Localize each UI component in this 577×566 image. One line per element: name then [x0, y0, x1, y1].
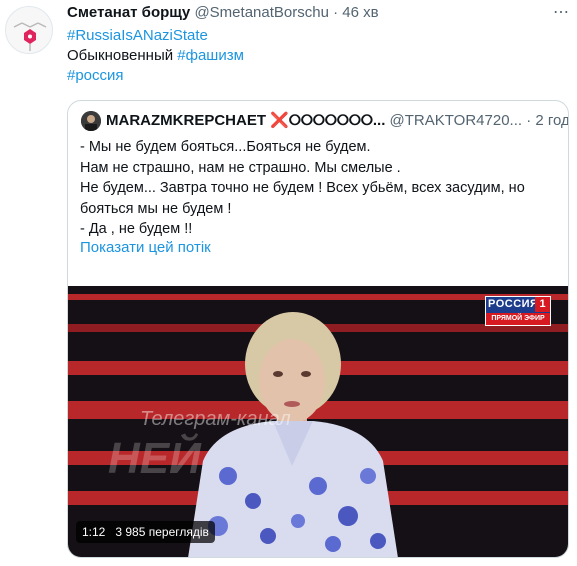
- quoted-line: - Мы не будем бояться...Бояться не будем…: [80, 139, 371, 155]
- molecule-logo-icon: [13, 22, 47, 51]
- watermark-text: Телеграм-канал: [140, 408, 291, 430]
- channel-name: РОССИЯ: [488, 298, 539, 310]
- channel-number: 1: [535, 297, 550, 312]
- hashtag-russiaisanazistate[interactable]: #RussiaIsANaziState: [67, 27, 208, 44]
- quoted-header: MARAZMKREPCHAET ❌⭘⭘⭘⭘⭘⭘⭘... @TRAKTOR4720…: [106, 111, 568, 129]
- video-player[interactable]: Телеграм-канал НЕЙ РОССИЯ 1 ПРЯМОЙ ЭФИР …: [68, 286, 568, 557]
- tweet-line-3: #россия: [67, 66, 124, 86]
- quoted-text: - Мы не будем бояться...Бояться не будем…: [80, 137, 560, 240]
- video-duration: 1:12: [82, 525, 106, 539]
- show-thread-link[interactable]: Показати цей потік: [80, 239, 211, 256]
- tweet-time[interactable]: 46 хв: [342, 4, 378, 21]
- author-handle[interactable]: @SmetanatBorschu: [194, 4, 328, 21]
- video-info-badge: 1:12 3 985 переглядів: [76, 521, 215, 543]
- tweet-header: Сметанат борщу @SmetanatBorschu · 46 хв: [67, 4, 379, 21]
- circles-decoration: ⭘⭘⭘⭘⭘⭘⭘...: [288, 112, 386, 129]
- watermark-brand: НЕЙ: [108, 434, 201, 483]
- quoted-line: - Да , не будем !!: [80, 221, 193, 237]
- quoted-line: Не будем... Завтра точно не будем ! Всех…: [80, 180, 525, 196]
- author-name[interactable]: Сметанат борщу: [67, 4, 190, 21]
- tweet-text: Обыкновенный: [67, 47, 178, 64]
- quoted-author-avatar[interactable]: [81, 111, 101, 131]
- separator-dot: ·: [328, 4, 343, 21]
- more-dots-icon[interactable]: ⋯: [553, 2, 570, 22]
- quoted-time[interactable]: 2 год: [535, 112, 568, 129]
- quoted-line: бояться мы не будем !: [80, 200, 232, 217]
- live-label: ПРЯМОЙ ЭФИР: [486, 313, 550, 325]
- tweet-line-1: #RussiaIsANaziState: [67, 26, 208, 46]
- portrait-icon: [81, 111, 101, 131]
- separator-dot: ·: [522, 112, 536, 129]
- quoted-line: Нам не страшно, нам не страшно. Мы смелы…: [80, 159, 401, 176]
- quoted-author-handle[interactable]: @TRAKTOR4720...: [390, 112, 523, 129]
- red-cross-icon: ❌: [270, 112, 289, 129]
- author-avatar[interactable]: [5, 6, 53, 54]
- quoted-tweet[interactable]: MARAZMKREPCHAET ❌⭘⭘⭘⭘⭘⭘⭘... @TRAKTOR4720…: [67, 100, 569, 558]
- hashtag-fashizm[interactable]: #фашизм: [177, 47, 244, 64]
- hashtag-rossiya[interactable]: #россия: [67, 67, 124, 84]
- tweet-line-2: Обыкновенный #фашизм: [67, 46, 244, 66]
- channel-logo: РОССИЯ 1 ПРЯМОЙ ЭФИР: [485, 296, 551, 326]
- video-views: 3 985 переглядів: [115, 525, 209, 539]
- quoted-author-name[interactable]: MARAZMKREPCHAET: [106, 112, 266, 129]
